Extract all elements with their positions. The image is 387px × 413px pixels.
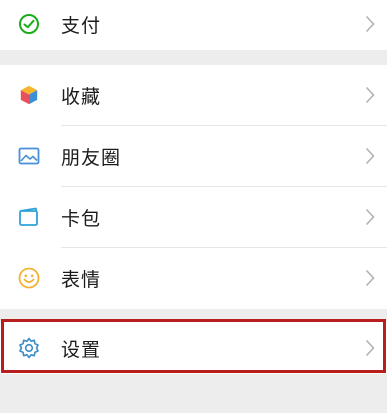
menu-item-label: 朋友圈 [61,146,122,169]
menu-item-label: 收藏 [61,85,102,108]
menu-item-label: 表情 [61,268,102,291]
chevron-right-icon [363,267,377,289]
chevron-right-icon [363,13,377,35]
chevron-right-icon [363,206,377,228]
chevron-right-icon [363,84,377,106]
menu-item-pay[interactable]: 支付 [0,0,387,54]
settings-highlight-box [1,319,386,373]
chevron-right-icon [363,145,377,167]
menu-item-stickers[interactable]: 表情 [0,248,387,308]
menu-item-moments[interactable]: 朋友圈 [0,126,387,186]
features-section: 收藏 朋友圈 卡包 表情 [0,65,387,309]
favorites-cube-icon [16,82,42,108]
smiley-icon [16,265,42,291]
wechat-pay-icon [16,11,42,37]
pay-section: 支付 [0,0,387,50]
menu-item-label: 支付 [61,14,102,37]
moments-picture-icon [16,143,42,169]
menu-item-card-wallet[interactable]: 卡包 [0,187,387,247]
menu-item-favorites[interactable]: 收藏 [0,65,387,125]
card-wallet-icon [16,204,42,230]
menu-item-label: 卡包 [61,207,102,230]
